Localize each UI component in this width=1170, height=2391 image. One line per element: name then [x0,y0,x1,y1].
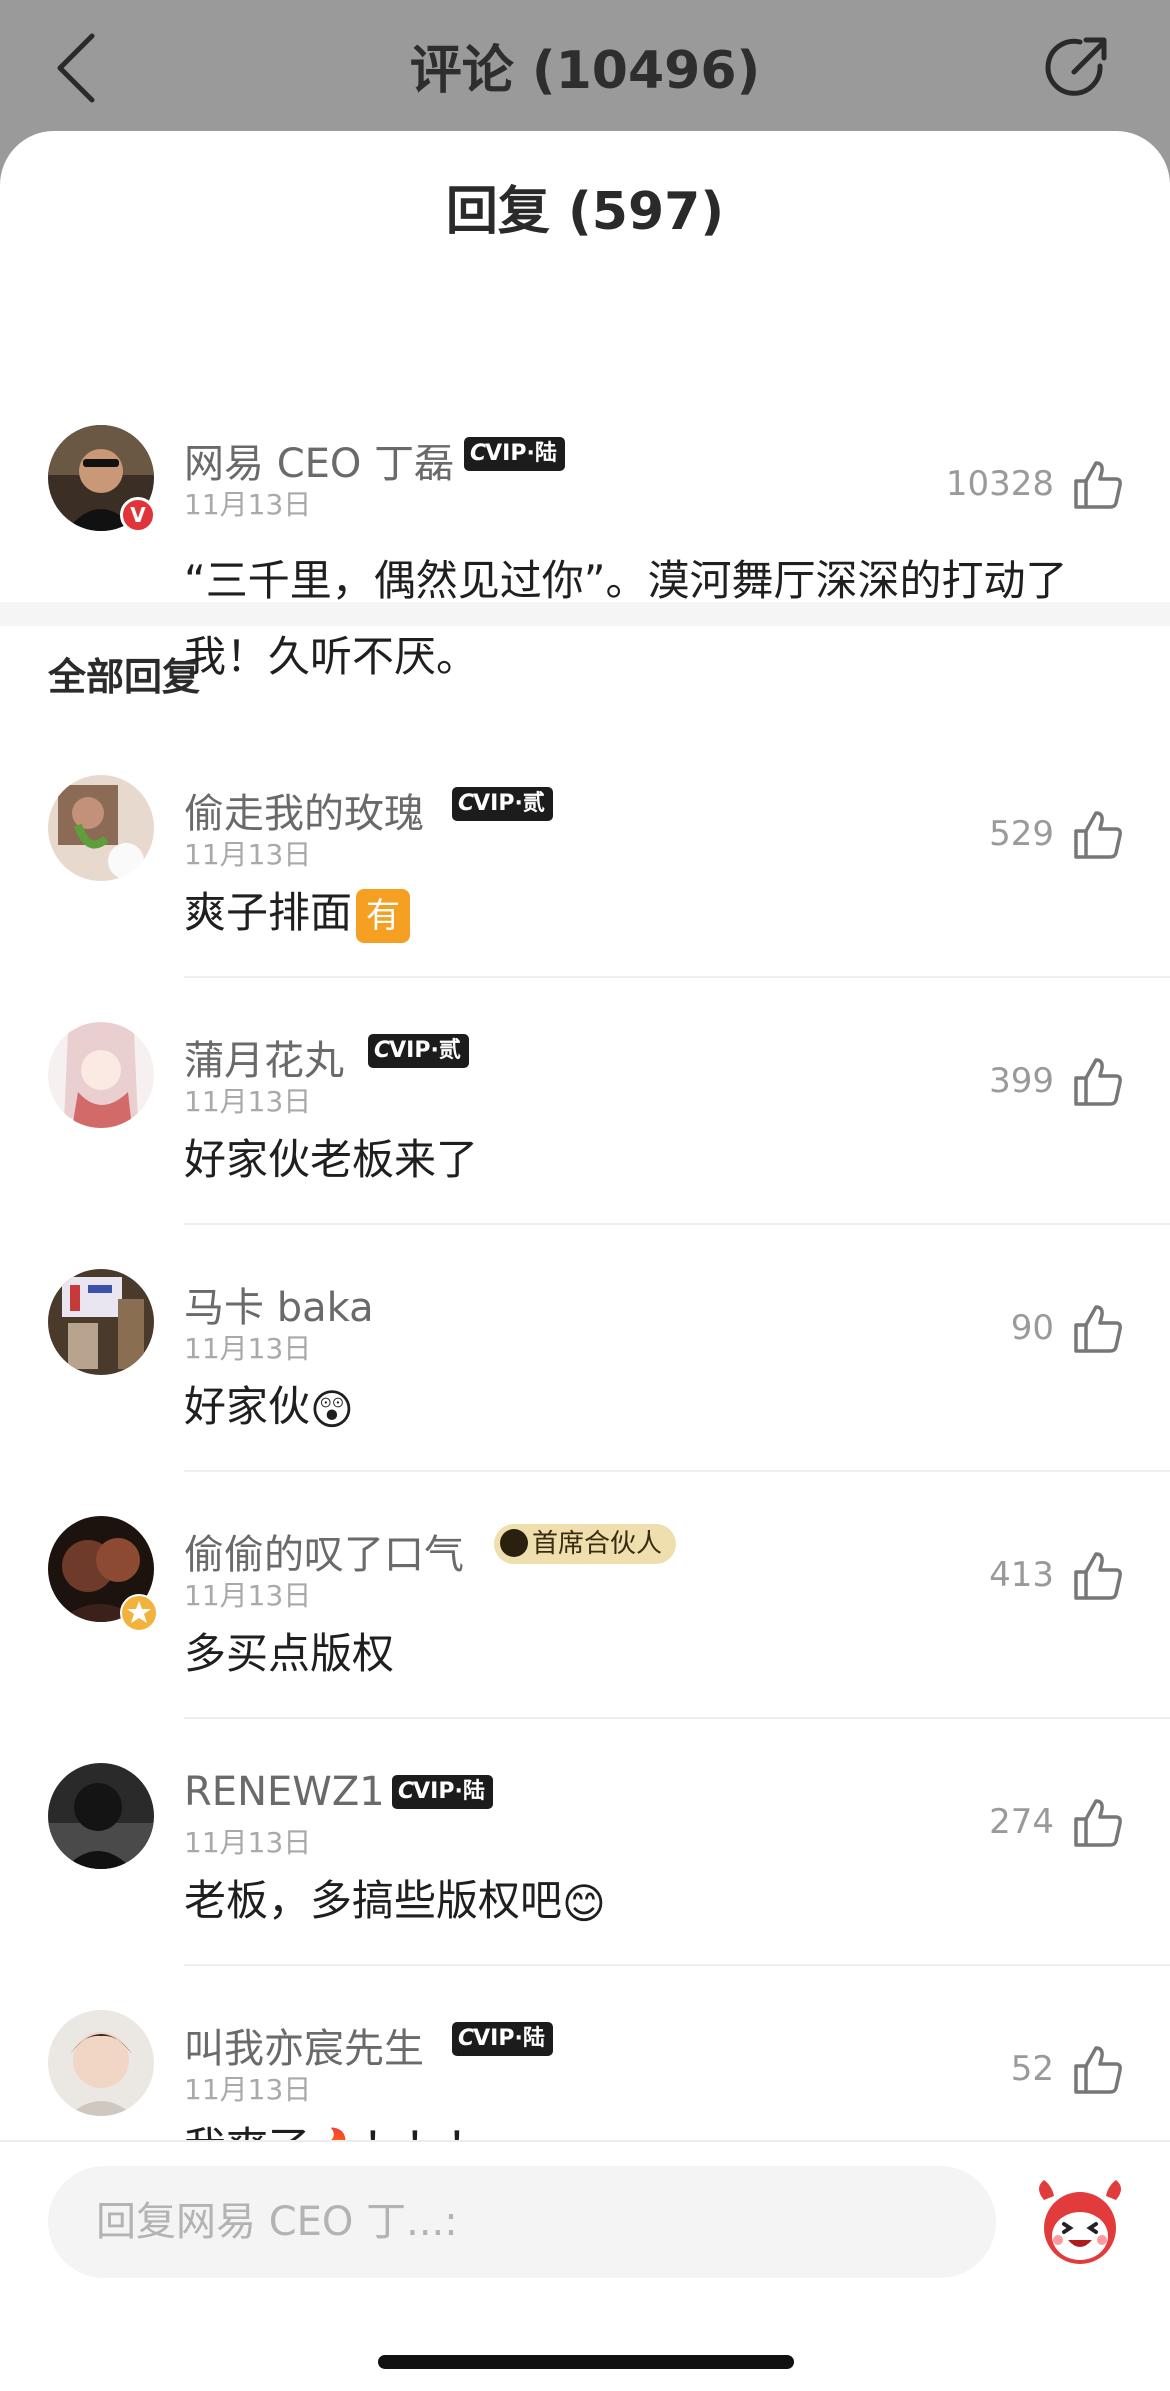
like-count: 90 [1010,1308,1054,1348]
username[interactable]: 偷偷的叹了口气 [184,1522,464,1580]
thumbs-up-icon[interactable] [1072,2044,1124,2096]
reply-input-bar [0,2140,1170,2391]
reply-text: 爽子排面有 [184,875,411,951]
home-indicator [378,2355,794,2369]
avatar[interactable] [48,775,154,881]
reply-item: 偷走我的玫瑰 CVIP·贰 11月13日 529 爽子排面有 [0,731,1170,978]
avatar[interactable] [48,1022,154,1128]
username[interactable]: 蒲月花丸 [184,1028,344,1086]
reply-item: 马卡 baka 11月13日 90 好家伙😲 [0,1225,1170,1472]
share-icon [1045,37,1107,96]
reply-text: 多买点版权 [184,1629,395,1678]
vip-badge[interactable]: CVIP·陆 [452,2022,553,2056]
level-badge-icon [120,1594,158,1632]
top-bar: 评论 (10496) [0,0,1170,140]
user-photo [48,1269,154,1375]
emoji: 😲 [310,1384,354,1434]
cloud-mascot-icon[interactable] [1030,2170,1130,2270]
section-gap [0,602,1170,626]
user-photo [48,1763,154,1869]
reply-text: 好家伙老板来了 [184,1135,479,1184]
reply-date: 11月13日 [184,1826,312,1859]
username[interactable]: 叫我亦宸先生 [184,2016,424,2074]
reply-input[interactable] [48,2166,996,2278]
user-photo [48,1022,154,1128]
verified-badge: V [120,497,156,533]
page-title: 评论 (10496) [409,41,761,101]
thumbs-up-icon[interactable] [1072,1056,1124,1108]
share-button[interactable] [1040,30,1116,106]
reply-text: 老板，多搞些版权吧😊 [184,1863,606,1942]
like-count: 52 [1010,2049,1054,2089]
reply-text: 好家伙😲 [184,1369,354,1448]
sheet-title: 回复 (597) [445,182,725,242]
comment-date: 11月13日 [184,488,312,521]
thumbs-up-icon[interactable] [1072,459,1124,511]
avatar[interactable] [48,2010,154,2116]
emoji: 有 [356,888,411,943]
avatar[interactable] [48,1763,154,1869]
like-count: 10328 [945,464,1054,504]
username[interactable]: 马卡 baka [184,1275,374,1333]
reply-item: 偷偷的叹了口气 首席合伙人 11月13日 413 多买点版权 [0,1472,1170,1719]
username[interactable]: 偷走我的玫瑰 [184,781,424,839]
user-photo [48,775,154,881]
vip-badge[interactable]: CVIP·陆 [392,1775,493,1809]
reply-item: RENEWZ1 CVIP·陆 11月13日 274 老板，多搞些版权吧😊 [0,1719,1170,1966]
username[interactable]: RENEWZ1 [184,1769,385,1815]
avatar[interactable] [48,1269,154,1375]
section-title: 全部回复 [48,655,201,699]
reply-date: 11月13日 [184,1332,312,1365]
like-count: 529 [989,814,1054,854]
vinyl-icon [500,1529,528,1557]
reply-date: 11月13日 [184,1085,312,1118]
main-comment: V 网易 CEO 丁磊 CVIP·陆 11月13日 10328 “三千里，偶然见… [0,291,1170,681]
thumbs-up-icon[interactable] [1072,1797,1124,1849]
username[interactable]: 网易 CEO 丁磊 [184,431,454,489]
emoji: 😊 [562,1878,606,1928]
reply-item: 蒲月花丸 CVIP·贰 11月13日 399 好家伙老板来了 [0,978,1170,1225]
reply-sheet: 回复 (597) V 网易 CEO 丁磊 CVIP·陆 11月13日 10328… [0,131,1170,2391]
reply-date: 11月13日 [184,2073,312,2106]
vip-badge[interactable]: CVIP·陆 [464,437,565,471]
thumbs-up-icon[interactable] [1072,1303,1124,1355]
reply-date: 11月13日 [184,1579,312,1612]
vip-badge[interactable]: CVIP·贰 [368,1034,469,1068]
thumbs-up-icon[interactable] [1072,809,1124,861]
partner-badge[interactable]: 首席合伙人 [494,1524,677,1564]
like-count: 399 [989,1061,1054,1101]
reply-date: 11月13日 [184,838,312,871]
like-count: 413 [989,1555,1054,1595]
like-count: 274 [989,1802,1054,1842]
vip-badge[interactable]: CVIP·贰 [452,787,553,821]
thumbs-up-icon[interactable] [1072,1550,1124,1602]
user-photo [48,2010,154,2116]
